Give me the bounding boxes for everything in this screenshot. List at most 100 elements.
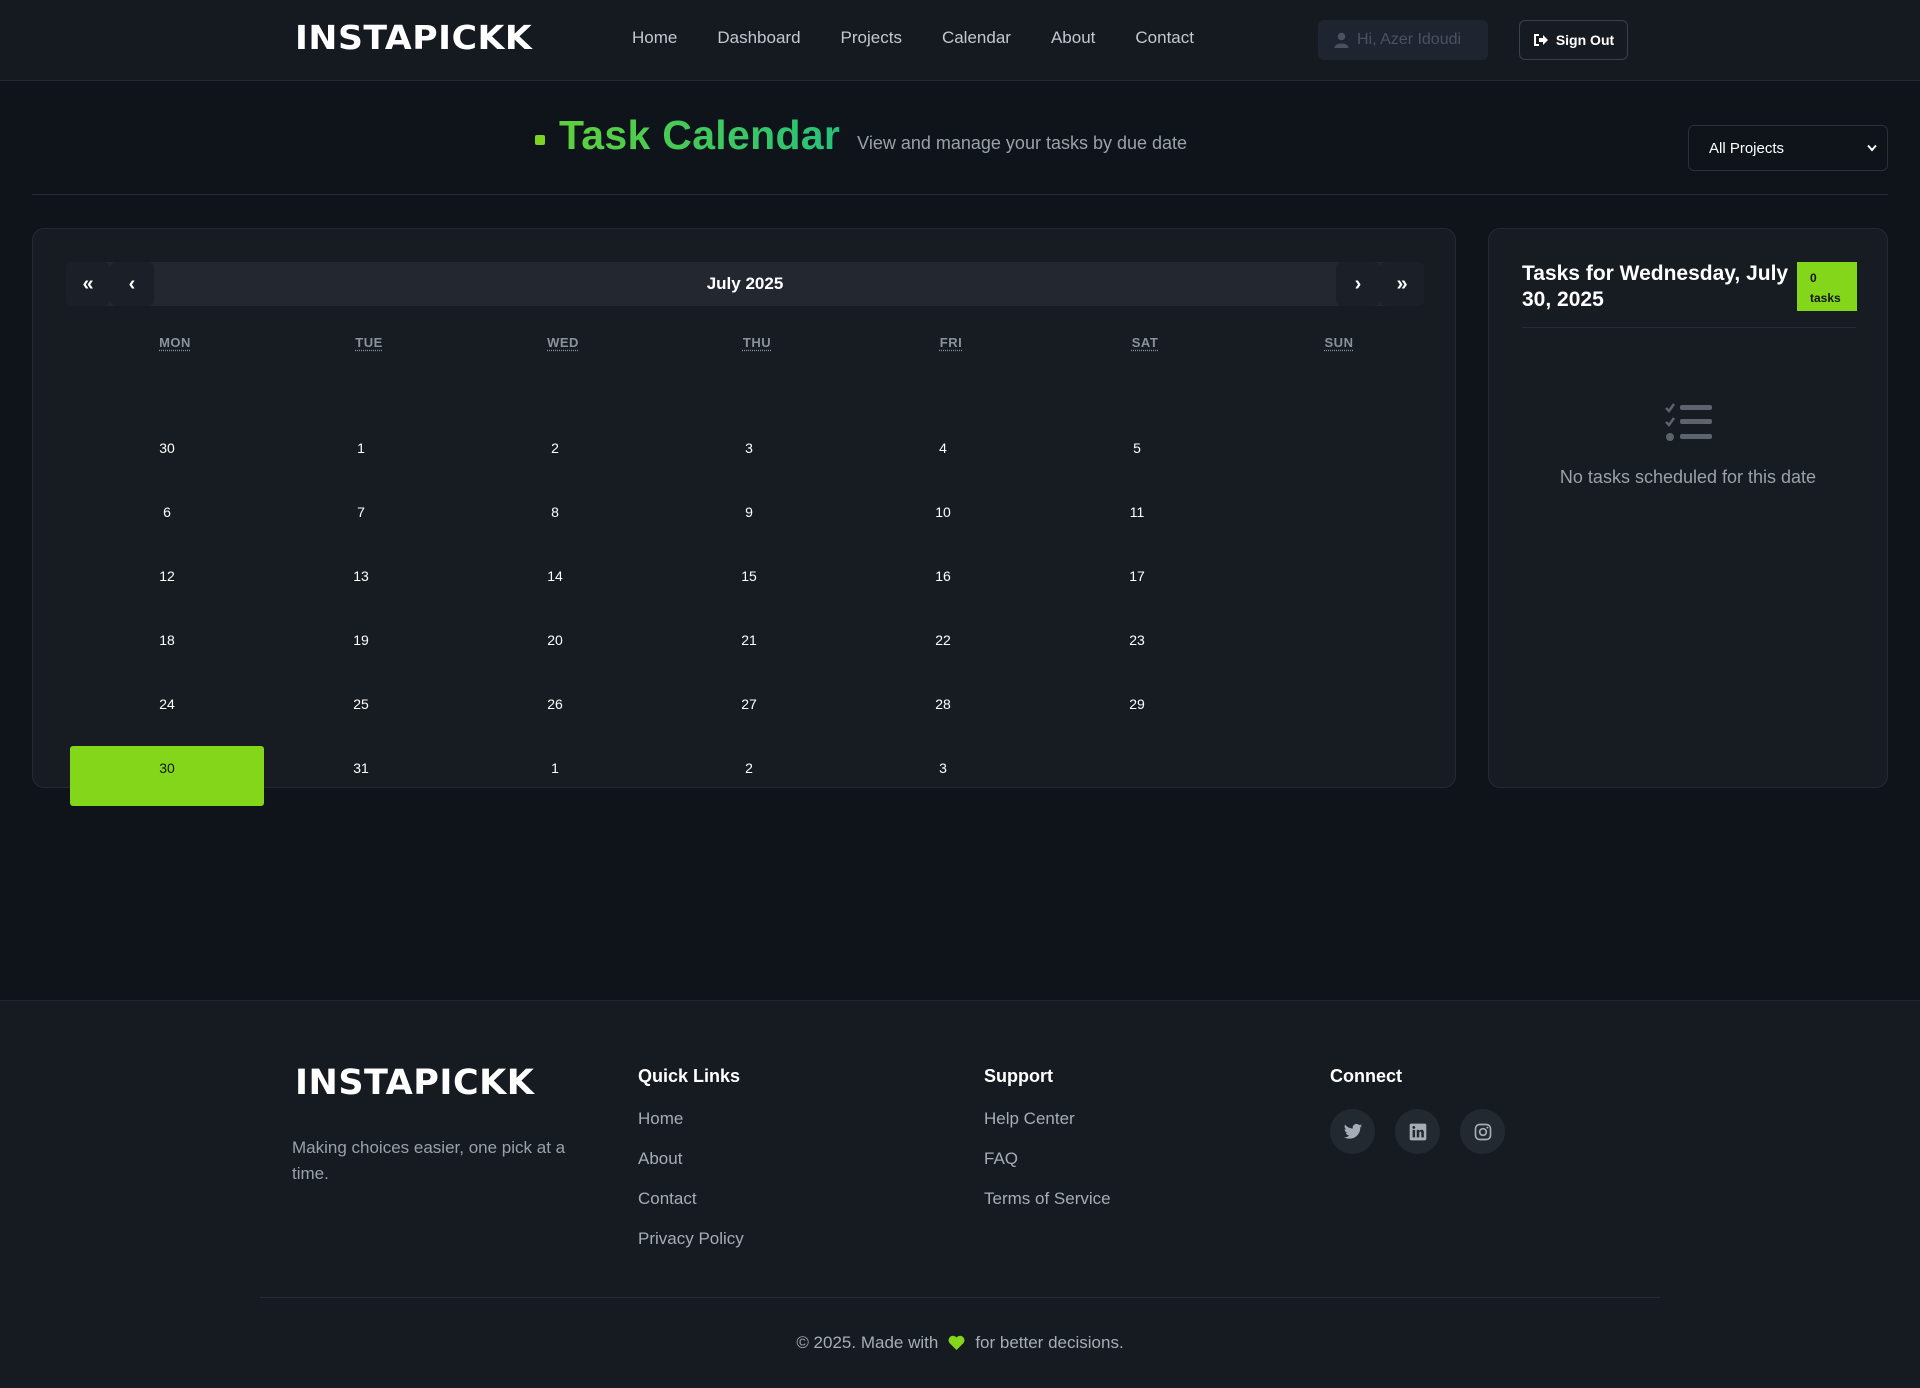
calendar-day[interactable]: 27: [652, 682, 846, 742]
calendar-day[interactable]: 14: [458, 554, 652, 614]
copyright-text-start: © 2025. Made with: [796, 1333, 939, 1352]
project-filter-select[interactable]: All Projects: [1688, 125, 1888, 171]
prev-year-button[interactable]: «: [66, 262, 110, 306]
footer-tagline: Making choices easier, one pick at a tim…: [292, 1138, 566, 1184]
linkedin-icon[interactable]: [1395, 1109, 1440, 1154]
task-count-unit: tasks: [1810, 291, 1841, 306]
weekday-header: SAT: [1131, 335, 1159, 350]
calendar-card: July 2025 « ‹ › » MON TUE WED THU FRI SAT SUN …: [32, 228, 1456, 806]
social-links: [1330, 1109, 1505, 1154]
page-subtitle: View and manage your tasks by due date: [857, 133, 1188, 153]
connect-heading: Connect: [1330, 1066, 1402, 1086]
calendar-day-selected[interactable]: 30: [70, 746, 264, 806]
nav-home[interactable]: Home: [632, 28, 677, 48]
quick-links-column: Quick Links Home About Contact Privacy P…: [638, 1066, 744, 1269]
copyright-text-end: for better decisions.: [975, 1333, 1124, 1352]
calendar-day[interactable]: 10: [846, 490, 1040, 550]
calendar-day[interactable]: 19: [264, 618, 458, 678]
calendar-day[interactable]: 5: [1040, 426, 1234, 486]
calendar-day[interactable]: 17: [1040, 554, 1234, 614]
next-year-button[interactable]: »: [1380, 262, 1424, 306]
footer-link-privacy-policy[interactable]: Privacy Policy: [638, 1229, 744, 1249]
footer-link-faq[interactable]: FAQ: [984, 1149, 1111, 1169]
calendar-day[interactable]: 23: [1040, 618, 1234, 678]
footer-link-home[interactable]: Home: [638, 1109, 744, 1129]
calendar-day[interactable]: 3: [846, 746, 1040, 806]
footer-link-terms[interactable]: Terms of Service: [984, 1189, 1111, 1209]
calendar-day[interactable]: 6: [70, 490, 264, 550]
calendar-day[interactable]: 12: [70, 554, 264, 614]
calendar-day[interactable]: 1: [264, 426, 458, 486]
calendar-day[interactable]: 9: [652, 490, 846, 550]
calendar-day[interactable]: 18: [70, 618, 264, 678]
footer-link-contact[interactable]: Contact: [638, 1189, 744, 1209]
nav-contact[interactable]: Contact: [1135, 28, 1194, 48]
footer-brand-logo[interactable]: INSTAPICKK: [295, 1063, 534, 1103]
brand-logo[interactable]: INSTAPICKK: [295, 18, 532, 57]
divider: [1522, 327, 1856, 328]
calendar-day[interactable]: 15: [652, 554, 846, 614]
support-column: Support Help Center FAQ Terms of Service: [984, 1066, 1111, 1229]
user-menu[interactable]: Hi, Azer Idoudi: [1318, 20, 1488, 60]
user-greeting: Hi, Azer Idoudi: [1357, 31, 1462, 48]
calendar-day[interactable]: 1: [458, 746, 652, 806]
calendar-day[interactable]: 22: [846, 618, 1040, 678]
page-header: Task Calendar View and manage your tasks…: [535, 112, 1187, 159]
page-title: Task Calendar: [559, 112, 841, 158]
divider: [260, 1297, 1660, 1298]
connect-column: Connect: [1330, 1066, 1505, 1154]
weekday-header: FRI: [939, 335, 963, 350]
weekday-header: THU: [742, 335, 772, 350]
weekday-header: MON: [159, 335, 191, 350]
calendar-day[interactable]: 2: [458, 426, 652, 486]
calendar-day[interactable]: 4: [846, 426, 1040, 486]
calendar-day[interactable]: 25: [264, 682, 458, 742]
sign-out-button[interactable]: Sign Out: [1519, 20, 1628, 60]
calendar-day[interactable]: 29: [1040, 682, 1234, 742]
calendar-day[interactable]: 16: [846, 554, 1040, 614]
sign-out-label: Sign Out: [1555, 32, 1615, 48]
twitter-icon[interactable]: [1330, 1109, 1375, 1154]
calendar-day[interactable]: 8: [458, 490, 652, 550]
calendar-day[interactable]: 28: [846, 682, 1040, 742]
calendar-day[interactable]: 11: [1040, 490, 1234, 550]
tasks-panel: Tasks for Wednesday, July 30, 2025 0 tas…: [1488, 228, 1888, 788]
calendar-icon: [535, 135, 545, 145]
nav-dashboard[interactable]: Dashboard: [717, 28, 800, 48]
nav-calendar[interactable]: Calendar: [942, 28, 1011, 48]
sign-out-icon: [1533, 34, 1548, 46]
footer: INSTAPICKK Making choices easier, one pi…: [0, 1000, 1920, 1388]
calendar-day[interactable]: 7: [264, 490, 458, 550]
top-navbar: INSTAPICKK Home Dashboard Projects Calen…: [0, 0, 1920, 81]
tasks-list-icon: [1665, 403, 1712, 441]
task-count-value: 0: [1810, 271, 1817, 285]
calendar-day[interactable]: 3: [652, 426, 846, 486]
calendar-month-label[interactable]: July 2025: [66, 262, 1424, 306]
heart-icon: [948, 1335, 965, 1350]
footer-link-help-center[interactable]: Help Center: [984, 1109, 1111, 1129]
quick-links-heading: Quick Links: [638, 1066, 741, 1086]
instagram-icon[interactable]: [1460, 1109, 1505, 1154]
nav-projects[interactable]: Projects: [841, 28, 902, 48]
calendar-day[interactable]: 26: [458, 682, 652, 742]
copyright: © 2025. Made with for better decisions.: [0, 1333, 1920, 1353]
task-count-badge: 0 tasks: [1797, 262, 1857, 311]
project-filter-value: All Projects: [1709, 139, 1785, 157]
prev-month-button[interactable]: ‹: [110, 262, 154, 306]
empty-tasks-message: No tasks scheduled for this date: [1559, 467, 1817, 487]
nav-about[interactable]: About: [1051, 28, 1095, 48]
user-icon: [1334, 32, 1349, 48]
calendar-day[interactable]: 2: [652, 746, 846, 806]
calendar-day[interactable]: 30: [70, 426, 264, 486]
chevron-down-icon: [1867, 144, 1877, 152]
calendar-day[interactable]: 20: [458, 618, 652, 678]
calendar-day[interactable]: 13: [264, 554, 458, 614]
support-heading: Support: [984, 1066, 1053, 1086]
next-month-button[interactable]: ›: [1336, 262, 1380, 306]
calendar-day[interactable]: 21: [652, 618, 846, 678]
calendar-day[interactable]: 31: [264, 746, 458, 806]
calendar-day[interactable]: 24: [70, 682, 264, 742]
footer-link-about[interactable]: About: [638, 1149, 744, 1169]
main-nav: Home Dashboard Projects Calendar About C…: [632, 28, 1234, 48]
weekday-header: WED: [547, 335, 579, 350]
